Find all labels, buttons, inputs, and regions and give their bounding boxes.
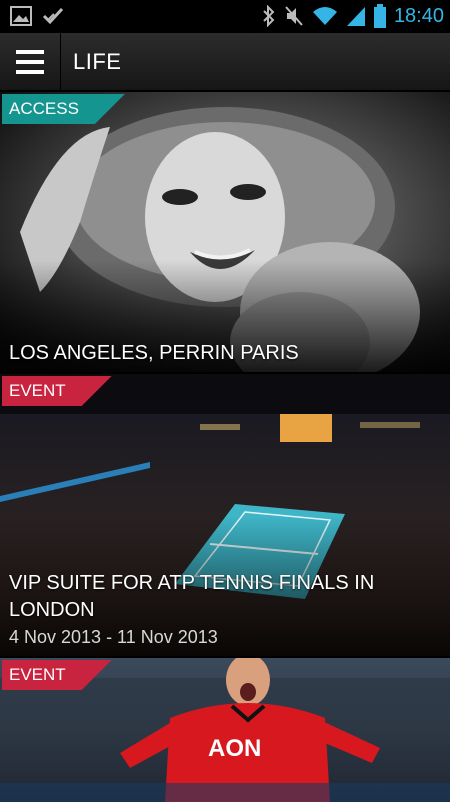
status-bar: 18:40 (0, 0, 450, 33)
jersey-text: AON (208, 735, 261, 762)
check-icon (42, 6, 66, 26)
menu-button[interactable] (0, 33, 61, 90)
image-icon (10, 6, 32, 26)
signal-icon (346, 5, 366, 27)
feed-card-event[interactable]: EVENT VIP SUITE FOR ATP TENNIS FINALS IN… (0, 372, 450, 656)
portrait-image (0, 92, 450, 372)
bluetooth-icon (262, 5, 276, 27)
app-bar: LIFE (0, 33, 450, 91)
feed-card-access[interactable]: ACCESS LOS ANGELES, PERRIN PARIS (0, 90, 450, 372)
battery-icon (373, 4, 386, 28)
clock: 18:40 (393, 4, 444, 27)
card-title: VIP SUITE FOR ATP TENNIS FINALS IN LONDO… (9, 572, 375, 621)
mute-icon (284, 5, 304, 27)
event-date: 4 Nov 2013 - 11 Nov 2013 (9, 627, 218, 647)
wifi-icon (312, 5, 338, 27)
hamburger-icon (16, 49, 44, 74)
card-title: LOS ANGELES, PERRIN PARIS (9, 342, 299, 364)
feed-card-event[interactable]: AON EVENT (0, 656, 450, 802)
page-title: LIFE (73, 49, 122, 74)
